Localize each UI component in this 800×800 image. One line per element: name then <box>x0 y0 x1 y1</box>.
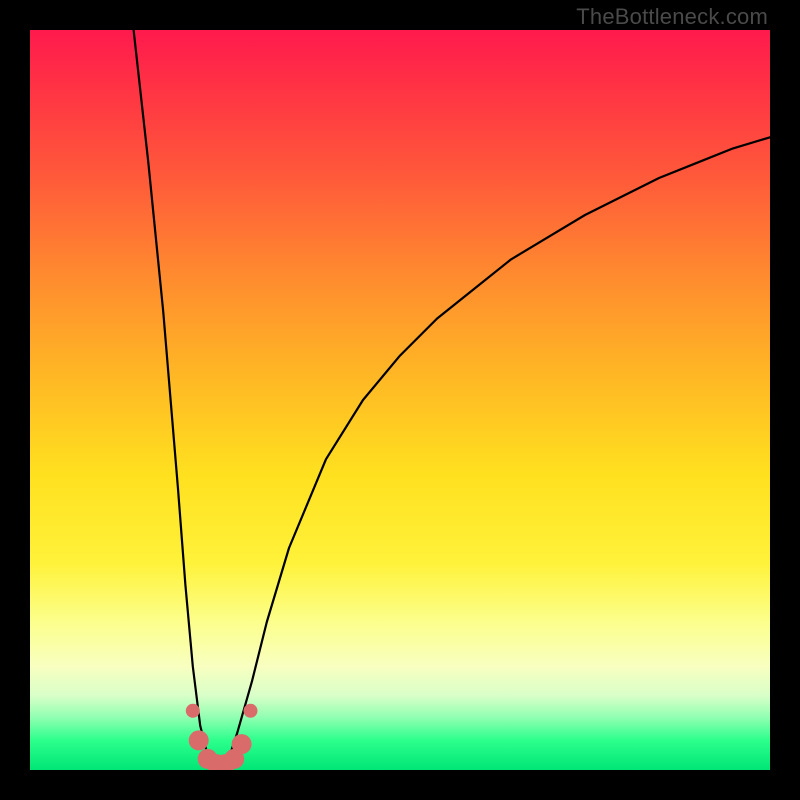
bottleneck-curve <box>134 30 770 770</box>
watermark-text: TheBottleneck.com <box>576 4 768 30</box>
curve-layer <box>30 30 770 770</box>
highlight-dots <box>186 704 258 770</box>
chart-frame: TheBottleneck.com <box>0 0 800 800</box>
plot-area <box>30 30 770 770</box>
